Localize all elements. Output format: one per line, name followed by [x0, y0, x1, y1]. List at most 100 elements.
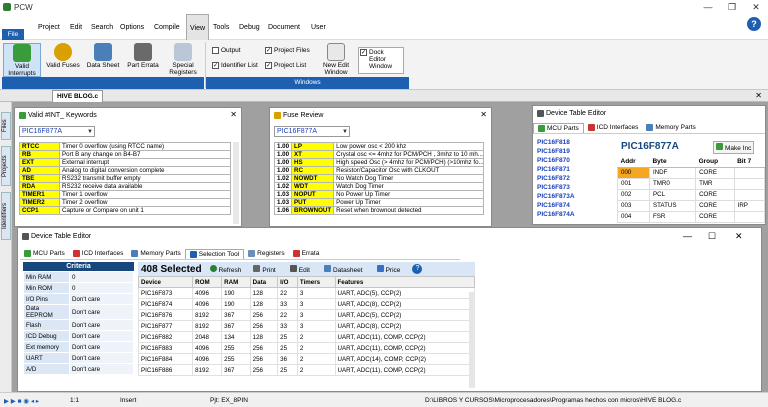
column-header[interactable]: Data [249, 276, 279, 288]
print-button[interactable]: Print [253, 264, 276, 274]
menu-debug[interactable]: Debug [239, 24, 260, 31]
table-row[interactable]: PIC16F883 4096 255 256 25 2 UART, ADC(11), COM… [137, 342, 475, 354]
table-row[interactable]: EXT External interrupt [19, 158, 231, 167]
column-header[interactable]: Timers [296, 276, 336, 288]
table-row[interactable]: PIC16F874 4096 190 128 33 3 UART, ADC(8), CCP(… [137, 298, 475, 310]
criteria-value[interactable]: 0 [69, 282, 134, 294]
list-item[interactable]: PIC16F872 [535, 174, 613, 183]
criteria-row[interactable]: Min ROM 0 [23, 282, 134, 294]
criteria-value[interactable]: Don't care [69, 352, 134, 364]
table-row[interactable]: CCP1 Capture or Compare on unit 1 [19, 206, 231, 215]
tab-errata[interactable]: Errata [289, 249, 324, 258]
table-row[interactable]: RDA RS232 receive data available [19, 182, 231, 191]
menu-options[interactable]: Options [120, 24, 144, 31]
data-sheet-button[interactable]: Data Sheet [85, 43, 121, 77]
table-row[interactable]: PIC16F886 8192 367 256 25 2 UART, ADC(11), COM… [137, 364, 475, 376]
column-header[interactable]: RAM [221, 276, 251, 288]
menu-user[interactable]: User [311, 24, 326, 31]
table-row[interactable]: PIC16F884 4096 255 256 36 2 UART, ADC(14), COM… [137, 353, 475, 365]
table-row[interactable]: RTCC Timer 0 overflow (using RTCC name) [19, 142, 231, 151]
tab-selection-tool[interactable]: Selection Tool [184, 248, 245, 259]
nav-icons[interactable]: ▶ ▶ ■ ◉ ◂ ▸ [4, 397, 39, 405]
criteria-row[interactable]: Min RAM 0 [23, 271, 134, 283]
criteria-row[interactable]: Data EEPROM Don't care [23, 304, 134, 320]
column-header[interactable]: ROM [192, 276, 223, 288]
menu-edit[interactable]: Edit [70, 24, 82, 31]
tab-icd-interfaces[interactable]: ICD Interfaces [69, 249, 128, 258]
document-tab[interactable]: HIVE BLOG.c [52, 90, 104, 102]
price-button[interactable]: Price [376, 264, 400, 274]
table-row[interactable]: PIC16F877 8192 367 256 33 3 UART, ADC(8), CCP(… [137, 320, 475, 332]
tab-icd-interfaces-small[interactable]: ICD Interfaces [584, 123, 643, 132]
valid-interrupts-button[interactable]: Valid Interrupts [3, 43, 41, 77]
menu-view[interactable]: View [186, 14, 210, 40]
new-edit-window-button[interactable]: New Edit Window [318, 43, 354, 77]
table-row[interactable]: 1.00 XT Crystal osc <= 4mhz for PCM/PCH , … [273, 150, 485, 159]
column-header[interactable]: I/O [277, 276, 298, 288]
table-row[interactable]: 1.06 BROWNOUT Reset when brownout detected [273, 206, 485, 215]
refresh-button[interactable]: Refresh [209, 264, 241, 274]
list-item[interactable]: PIC16F874 [535, 201, 613, 210]
table-row[interactable]: 1.00 HS High speed Osc (> 4mhz for PCM/PCH… [273, 158, 485, 167]
valid-fuses-button[interactable]: Valid Fuses [45, 43, 81, 77]
help-icon[interactable]: ? [412, 264, 423, 274]
criteria-value[interactable]: Don't care [69, 319, 134, 331]
fuses-part-select[interactable]: PIC16F877A ▼ [274, 126, 350, 137]
table-row[interactable]: 1.02 NOWDT No Watch Dog Timer [273, 174, 485, 183]
list-item[interactable]: PIC16F818 [535, 138, 613, 147]
table-row[interactable]: 004 FSR CORE [617, 210, 766, 223]
criteria-value[interactable]: Don't care [69, 330, 134, 342]
side-tab-files[interactable]: Files [1, 112, 11, 140]
column-header[interactable]: Group [695, 156, 735, 168]
edit-button[interactable]: Edit [289, 264, 310, 274]
tab-memory-parts[interactable]: Memory Parts [127, 249, 184, 258]
table-row[interactable]: TBE RS232 transmit buffer empty [19, 174, 231, 183]
dte-close-button[interactable]: ✕ [735, 231, 743, 242]
table-row[interactable]: 1.02 WDT Watch Dog Timer [273, 182, 485, 191]
table-row[interactable]: PIC16F873 4096 190 128 22 3 UART, ADC(5), CCP(… [137, 287, 475, 299]
file-menu-button[interactable]: File [2, 29, 24, 40]
list-item[interactable]: PIC16F819 [535, 147, 613, 156]
output-checkbox[interactable]: Output [212, 47, 241, 54]
table-row[interactable]: RB Port B any change on B4-B7 [19, 150, 231, 159]
criteria-row[interactable]: ICD Debug Don't care [23, 330, 134, 342]
project-files-checkbox[interactable]: ✓ Project Files [265, 47, 310, 54]
table-row[interactable]: 002 PCL CORE [617, 188, 766, 201]
table-row[interactable]: TIMER2 Timer 2 overflow [19, 198, 231, 207]
dte-maximize-button[interactable]: ☐ [708, 231, 716, 242]
criteria-row[interactable]: Flash Don't care [23, 319, 134, 331]
criteria-value[interactable]: Don't care [69, 304, 134, 320]
criteria-row[interactable]: Ext memory Don't care [23, 341, 134, 353]
menu-compile[interactable]: Compile [154, 24, 180, 31]
table-row[interactable]: 1.00 LP Low power osc < 200 khz [273, 142, 485, 151]
identifier-list-checkbox[interactable]: ✓ Identifier List [212, 62, 258, 69]
table-row[interactable]: AD Analog to digital conversion complete [19, 166, 231, 175]
list-item[interactable]: PIC16F874A [535, 210, 613, 219]
table-row[interactable]: 003 STATUS CORE IRP [617, 199, 766, 212]
tab-memory-parts-small[interactable]: Memory Parts [642, 123, 699, 132]
list-item[interactable]: PIC16F873 [535, 183, 613, 192]
table-row[interactable]: 1.03 PUT Power Up Timer [273, 198, 485, 207]
table-row[interactable]: 001 TMR0 TMR [617, 177, 766, 190]
criteria-value[interactable]: Don't care [69, 341, 134, 353]
column-header[interactable]: Byte [649, 156, 696, 168]
close-button[interactable]: ✕ [744, 0, 768, 14]
column-header[interactable]: Device [137, 276, 194, 288]
fuses-close-icon[interactable]: ✕ [480, 110, 487, 119]
side-tab-identifiers[interactable]: Identifiers [1, 192, 11, 240]
menu-tools[interactable]: Tools [213, 24, 229, 31]
menu-document[interactable]: Document [268, 24, 300, 31]
results-scrollbar[interactable] [469, 292, 475, 388]
list-item[interactable]: PIC16F871 [535, 165, 613, 174]
menu-project[interactable]: Project [38, 24, 60, 31]
tab-mcu-parts-small[interactable]: MCU Parts [533, 122, 584, 133]
dte-minimize-button[interactable]: — [683, 231, 692, 241]
criteria-row[interactable]: UART Don't care [23, 352, 134, 364]
tabs-close-icon[interactable]: ✕ [755, 91, 762, 100]
table-row[interactable]: 1.00 RC Resistor/Capacitor Osc with CLKOUT [273, 166, 485, 175]
table-row[interactable]: PIC16F882 2048 134 128 25 2 UART, ADC(11), COM… [137, 331, 475, 343]
maximize-button[interactable]: ❐ [720, 0, 744, 14]
column-header[interactable]: Addr [617, 156, 650, 168]
tab-registers[interactable]: Registers [244, 249, 288, 258]
criteria-value[interactable]: Don't care [69, 293, 134, 305]
